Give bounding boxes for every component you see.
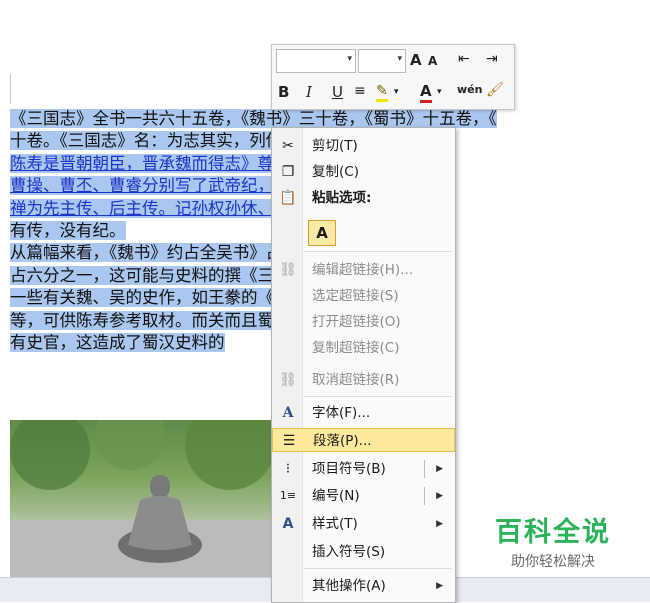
- submenu-arrow-icon[interactable]: ▶: [436, 457, 443, 481]
- split-divider: [424, 487, 425, 505]
- paste-keep-text-only-button[interactable]: A: [308, 220, 338, 246]
- paste-icon: 📋: [279, 190, 297, 206]
- decrease-indent-icon[interactable]: ⇤: [458, 51, 470, 67]
- chevron-down-icon: ▾: [347, 54, 352, 64]
- copy-icon: ❐: [281, 164, 295, 180]
- statue-illustration: [10, 420, 272, 580]
- watermark: 百科全说 助你轻松解决: [478, 510, 628, 571]
- menu-item-cut[interactable]: ✂ 剪切(T): [272, 134, 455, 158]
- submenu-arrow-icon[interactable]: ▶: [436, 484, 443, 508]
- menu-separator: [304, 396, 452, 397]
- remove-hyperlink-icon: ⛓: [279, 372, 297, 388]
- split-divider: [424, 460, 425, 478]
- styles-icon: A: [282, 516, 294, 532]
- paragraph-icon: ☰: [282, 433, 296, 449]
- menu-item-font[interactable]: A 字体(F)...: [272, 401, 455, 425]
- margin-marker: [0, 74, 11, 104]
- menu-item-select-hyperlink[interactable]: 选定超链接(S): [272, 284, 455, 308]
- bullets-icon: ⁝: [285, 461, 291, 477]
- menu-item-open-hyperlink[interactable]: 打开超链接(O): [272, 310, 455, 334]
- bold-button[interactable]: B: [278, 83, 289, 101]
- chevron-down-icon: ▾: [397, 54, 402, 64]
- menu-item-paragraph[interactable]: ☰ 段落(P)...: [272, 428, 455, 452]
- phonetic-guide-button[interactable]: wén: [457, 83, 482, 96]
- edit-hyperlink-icon: ⛓: [279, 262, 297, 278]
- watermark-subtitle: 助你轻松解决: [511, 554, 595, 570]
- menu-item-styles[interactable]: A 样式(T) ▶: [272, 512, 455, 536]
- paste-text-only-icon: A: [308, 220, 336, 246]
- shrink-font-button[interactable]: A: [428, 54, 437, 68]
- underline-button[interactable]: U: [332, 83, 343, 101]
- menu-separator: [304, 251, 452, 252]
- italic-button[interactable]: I: [306, 83, 312, 101]
- center-align-icon[interactable]: ≡: [354, 83, 366, 99]
- chevron-down-icon[interactable]: ▾: [394, 87, 399, 97]
- font-name-combo[interactable]: ▾: [276, 49, 356, 73]
- context-menu: ✂ 剪切(T) ❐ 复制(C) 📋 粘贴选项: A ⛓ 编辑超链接(H)... …: [271, 127, 456, 603]
- menu-item-remove-hyperlink[interactable]: ⛓ 取消超链接(R): [272, 368, 455, 392]
- watermark-title: 百科全说: [495, 517, 611, 548]
- numbering-icon: 1≡: [279, 489, 297, 502]
- format-painter-icon[interactable]: 🖌: [486, 82, 504, 98]
- menu-item-paste-options: 📋 粘贴选项:: [279, 190, 372, 206]
- chevron-down-icon[interactable]: ▾: [437, 87, 442, 97]
- menu-item-bullets[interactable]: ⁝ 项目符号(B) ▶: [272, 457, 455, 481]
- menu-item-more-actions[interactable]: 其他操作(A) ▶: [272, 574, 455, 598]
- grow-font-button[interactable]: A: [410, 51, 422, 69]
- submenu-arrow-icon: ▶: [436, 519, 443, 529]
- font-size-combo[interactable]: ▾: [358, 49, 406, 73]
- statue-photo[interactable]: [10, 420, 272, 580]
- menu-item-edit-hyperlink[interactable]: ⛓ 编辑超链接(H)...: [272, 258, 455, 282]
- menu-item-copy[interactable]: ❐ 复制(C): [272, 160, 455, 184]
- font-icon: A: [282, 405, 294, 421]
- menu-item-numbering[interactable]: 1≡ 编号(N) ▶: [272, 484, 455, 508]
- menu-item-copy-hyperlink[interactable]: 复制超链接(C): [272, 336, 455, 360]
- submenu-arrow-icon: ▶: [436, 581, 443, 591]
- scissors-icon: ✂: [282, 138, 294, 154]
- menu-separator: [304, 568, 452, 569]
- highlight-color-icon[interactable]: ✎: [376, 83, 388, 102]
- font-color-button[interactable]: A: [420, 82, 432, 103]
- mini-toolbar: ▾ ▾ A A ⇤ ⇥ B I U ≡ ✎ ▾ A ▾ wén 🖌: [271, 44, 515, 110]
- menu-item-insert-symbol[interactable]: 插入符号(S): [272, 540, 455, 564]
- increase-indent-icon[interactable]: ⇥: [486, 51, 498, 67]
